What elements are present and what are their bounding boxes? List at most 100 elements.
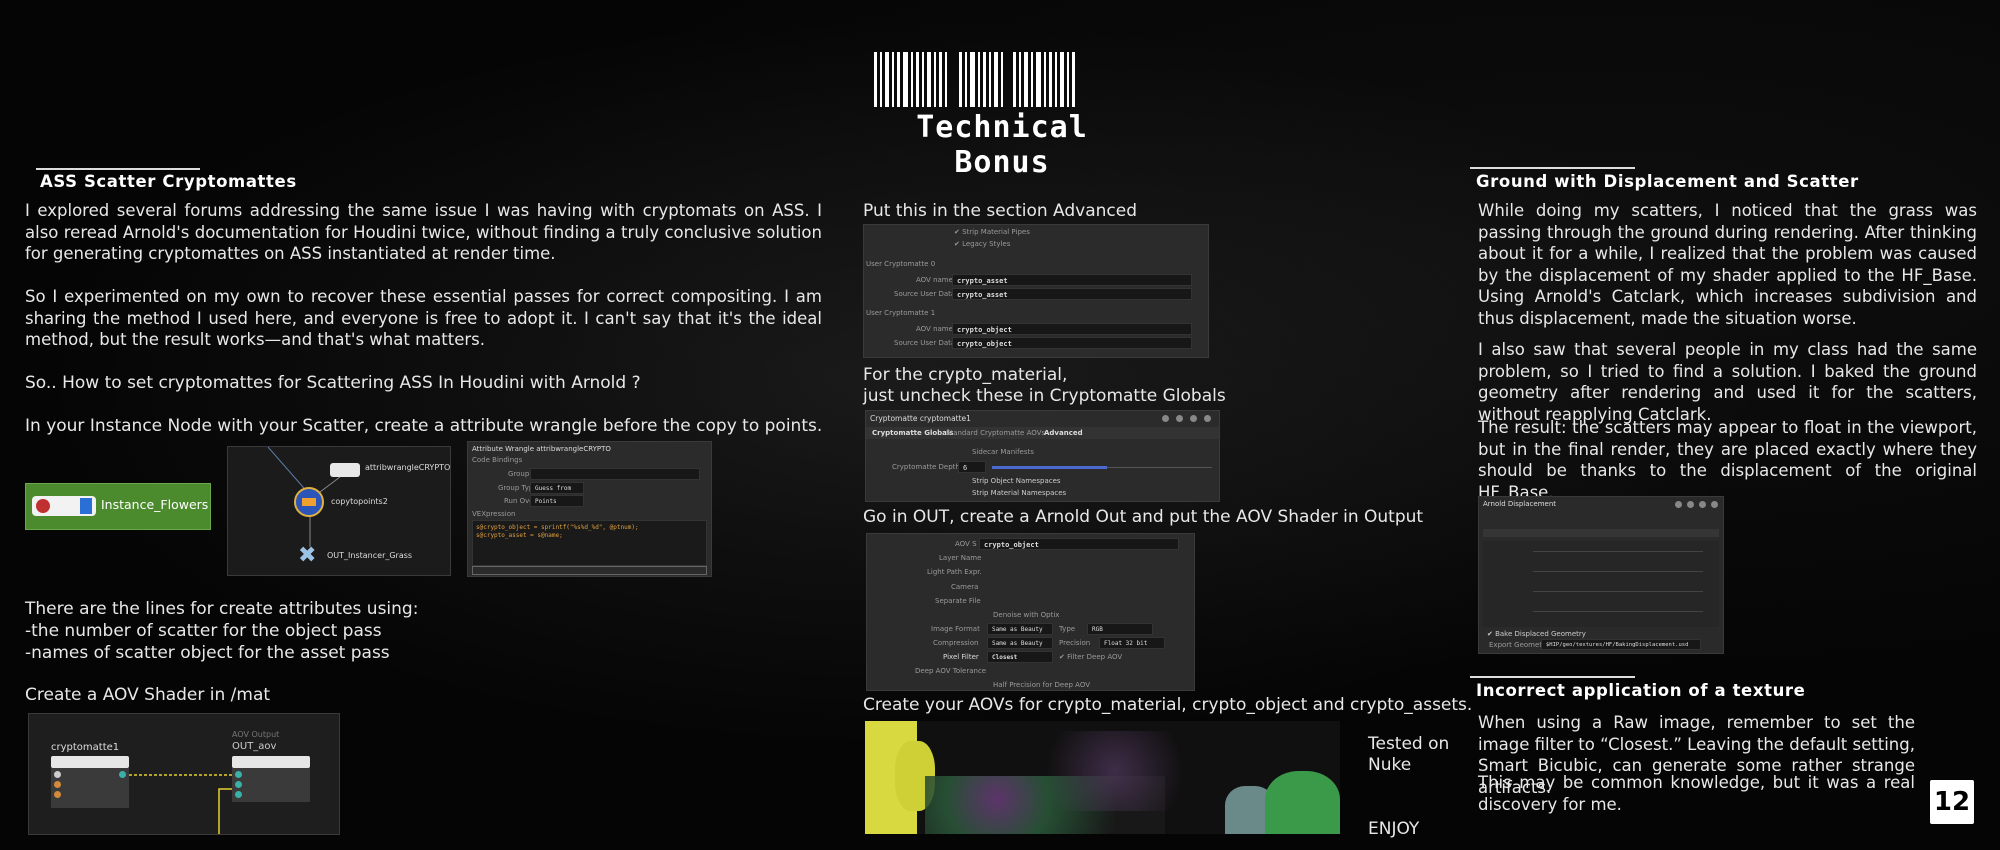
aov-name-field-1[interactable]: crypto_object — [952, 323, 1192, 335]
checkbox-text: Bake Displaced Geometry — [1495, 630, 1586, 638]
section-divider — [1470, 676, 1635, 678]
params-area — [1483, 541, 1719, 627]
section-title-ground: Ground with Displacement and Scatter — [1476, 172, 1859, 191]
port-icon — [235, 771, 242, 778]
param-label: Precision — [1059, 639, 1091, 647]
divider — [1533, 611, 1703, 612]
paragraph: The result: the scatters may appear to f… — [1478, 418, 1977, 502]
node-label: OUT_aov — [232, 741, 277, 752]
tab-globals[interactable]: Cryptomatte Globals — [872, 429, 953, 437]
section-divider — [1470, 167, 1635, 169]
aov-shader-network: cryptomatte1 AOV Output OUT_aov — [28, 713, 340, 835]
caption: Create your AOVs for crypto_material, cr… — [863, 695, 1473, 715]
paragraph: There are the lines for create attribute… — [25, 599, 419, 619]
paragraph: So I experimented on my own to recover t… — [25, 287, 822, 349]
param-label: Compression — [933, 639, 979, 647]
compression-select[interactable]: Same as Beauty — [987, 637, 1053, 649]
precision-select[interactable]: Float 32 bit — [1099, 637, 1165, 649]
panel-header: Cryptomatte cryptomatte1 — [870, 414, 971, 423]
checkbox-text: Legacy Styles — [962, 240, 1011, 248]
checkbox-label[interactable]: Sidecar Manifests — [972, 448, 1034, 456]
aov-name-field-0[interactable]: crypto_asset — [952, 274, 1192, 286]
node-network-panel: attribwrangleCRYPTO copytopoints2 ✖ OUT_… — [227, 446, 451, 576]
wrangle-param-panel: Attribute Wrangle attribwrangleCRYPTO Co… — [467, 441, 712, 577]
help-icon[interactable] — [1204, 415, 1211, 422]
page-title: Technical Bonus — [916, 110, 1088, 180]
param-label: Camera — [951, 583, 979, 591]
source-user-data-field-0[interactable]: crypto_asset — [952, 288, 1192, 300]
note: ENJOY — [1368, 819, 1420, 839]
paragraph: While doing my scatters, I noticed that … — [1478, 201, 1977, 328]
caption: Put this in the section Advanced — [863, 201, 1138, 221]
port-icon — [235, 781, 242, 788]
search-icon[interactable] — [1699, 501, 1706, 508]
paragraph: Create a AOV Shader in /mat — [25, 685, 271, 705]
vex-editor[interactable]: s@crypto_object = sprintf("%s%d_%d", @pt… — [472, 520, 707, 566]
tab-advanced[interactable]: Advanced — [1044, 429, 1083, 437]
search-icon[interactable] — [1190, 415, 1197, 422]
param-label: Group — [508, 470, 530, 478]
copy-node — [294, 487, 324, 517]
checkbox-label[interactable]: Denoise with Optix — [993, 611, 1059, 619]
output-node-icon: ✖ — [298, 543, 317, 568]
checkbox-label[interactable]: ✔ Filter Deep AOV — [1059, 653, 1122, 661]
tab-bar — [1483, 529, 1719, 537]
checkbox-label: ✔ Strip Material Pipes — [954, 228, 1030, 236]
export-path-field[interactable]: $HIP/geo/textures/HF/BakingDisplacement.… — [1541, 639, 1701, 650]
node-body — [32, 496, 96, 516]
panel-header: Attribute Wrangle attribwrangleCRYPTO — [472, 445, 611, 453]
checkbox-label[interactable]: ✔ Bake Displaced Geometry — [1487, 630, 1586, 638]
checkbox-text: Strip Material Pipes — [962, 228, 1030, 236]
param-label: Separate File — [935, 597, 981, 605]
crypto-depth-field[interactable]: 6 — [958, 461, 986, 473]
caption: Go in OUT, create a Arnold Out and put t… — [863, 507, 1424, 527]
source-user-data-field-1[interactable]: crypto_object — [952, 337, 1192, 349]
panel-header: Arnold Displacement — [1483, 500, 1556, 508]
node-ports — [232, 768, 310, 802]
paragraph: I explored several forums addressing the… — [25, 201, 822, 263]
tab-standard[interactable]: Standard Cryptomatte AOVs — [946, 429, 1045, 437]
wrench-icon[interactable] — [1687, 501, 1694, 508]
paragraph: So.. How to set cryptomattes for Scatter… — [25, 373, 641, 393]
help-icon[interactable] — [1711, 501, 1718, 508]
param-label: Image Format — [931, 625, 980, 633]
wrench-icon[interactable] — [1176, 415, 1183, 422]
copy-node-label: copytopoints2 — [331, 497, 388, 506]
checkbox-label[interactable]: Strip Material Namespaces — [972, 489, 1066, 497]
type-select[interactable]: RGB — [1087, 623, 1153, 635]
param-label: AOV name — [916, 276, 953, 284]
section-title-texture: Incorrect application of a texture — [1476, 681, 1806, 700]
param-label: Source User Data — [894, 290, 956, 298]
param-label: Source User Data — [894, 339, 956, 347]
param-label: Type — [1059, 625, 1076, 633]
group-type-select[interactable]: Guess from Group — [530, 482, 584, 504]
checkbox-label[interactable]: Half Precision for Deep AOV — [993, 681, 1090, 689]
image-format-select[interactable]: Same as Beauty — [987, 623, 1053, 635]
run-over-select[interactable]: Points — [530, 495, 584, 507]
matte-region — [1265, 771, 1340, 834]
paragraph: I also saw that several people in my cla… — [1478, 340, 1977, 424]
checkbox-text: Filter Deep AOV — [1067, 653, 1123, 661]
checkbox-label[interactable]: Strip Object Namespaces — [972, 477, 1061, 485]
pixel-filter-select[interactable]: Closest — [987, 651, 1053, 663]
group-field[interactable] — [530, 468, 700, 480]
paragraph: -the number of scatter for the object pa… — [25, 621, 382, 641]
gear-icon[interactable] — [1162, 415, 1169, 422]
cryptomatte-param-panel: Cryptomatte cryptomatte1 Cryptomatte Glo… — [865, 410, 1220, 502]
barcode-logo — [874, 52, 1128, 107]
wrangle-node-label: attribwrangleCRYPTO — [365, 463, 451, 472]
gear-icon[interactable] — [1675, 501, 1682, 508]
aov-select[interactable]: crypto_object — [979, 538, 1179, 550]
panel-tabs: Code Bindings — [472, 456, 523, 464]
paragraph: This may be common knowledge, but it was… — [1478, 773, 1915, 814]
param-label: VEXpression — [472, 510, 516, 518]
status-bar — [472, 566, 707, 575]
slider-track[interactable] — [992, 466, 1212, 469]
section-divider — [36, 168, 200, 170]
caption: For the crypto_material, — [863, 365, 1068, 385]
output-node-label: OUT_Instancer_Grass — [327, 551, 413, 560]
param-label: Light Path Expr. — [927, 568, 982, 576]
code-line: s@crypto_asset = s@name; — [476, 532, 563, 539]
wrangle-node — [330, 463, 360, 477]
param-label: Pixel Filter — [943, 653, 979, 661]
